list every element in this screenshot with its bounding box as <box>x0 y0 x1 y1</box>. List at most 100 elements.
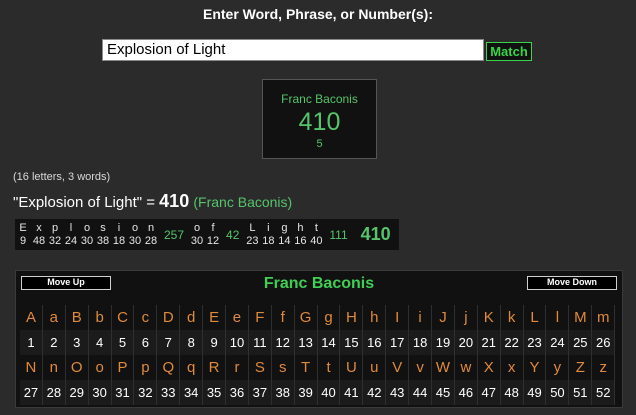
cipher-value-cell: 5 <box>111 330 135 355</box>
breakdown-letter: g 14 <box>276 219 292 250</box>
cipher-value-cell: 14 <box>317 330 341 355</box>
breakdown-letter-value: 16 <box>294 234 307 247</box>
breakdown-letter-value: 30 <box>190 234 204 247</box>
cipher-value-cell: 32 <box>134 380 158 405</box>
cipher-letter-cell: X <box>478 355 501 380</box>
cipher-value-cell: 42 <box>363 380 387 405</box>
breakdown-letter-value: 18 <box>262 234 275 247</box>
cipher-letter-cell: C <box>112 305 135 330</box>
cipher-value-cell: 4 <box>88 330 112 355</box>
cipher-letter-cell: r <box>226 355 249 380</box>
cipher-letter-cell: T <box>295 355 318 380</box>
breakdown-letter-value: 12 <box>206 234 220 247</box>
cipher-value-cell: 15 <box>340 330 364 355</box>
cipher-value-cell: 40 <box>317 380 341 405</box>
cipher-letter-cell: z <box>592 355 616 380</box>
phrase-text: "Explosion of Light" <box>13 194 143 211</box>
breakdown-letter-char: p <box>51 221 59 234</box>
cipher-value-cell: 45 <box>432 380 455 405</box>
breakdown-letter: o 30 <box>127 219 143 250</box>
phrase-input[interactable] <box>102 39 484 61</box>
phrase-result-line: "Explosion of Light" = 410 (Franc Baconi… <box>13 191 292 212</box>
breakdown-letter: i 18 <box>260 219 276 250</box>
cipher-letter-cell: N <box>20 355 43 380</box>
breakdown-letter: n 28 <box>143 219 159 250</box>
breakdown-letter: p 32 <box>47 219 63 250</box>
breakdown-letter-char: E <box>19 221 27 234</box>
cipher-value-cell: 35 <box>203 380 227 405</box>
breakdown-letter-value: 40 <box>310 234 323 247</box>
phrase-cipher-name[interactable]: (Franc Baconis) <box>193 194 292 210</box>
breakdown-letter-char: n <box>147 221 155 234</box>
cipher-value-cell: 23 <box>523 330 547 355</box>
cipher-letter-cell: R <box>203 355 227 380</box>
cipher-value-cell: 33 <box>157 380 181 405</box>
letter-breakdown: E 9 x 48 p 32 l 24 o 30 s 38 i 18 o 30 n 28 257 o 30 f 12 42 L 23… <box>15 219 399 250</box>
breakdown-letter-char: f <box>211 221 215 234</box>
cipher-value-cell: 9 <box>203 330 227 355</box>
cipher-letter-cell: K <box>478 305 501 330</box>
breakdown-letter: i 18 <box>111 219 127 250</box>
cipher-letter-cell: V <box>386 355 410 380</box>
result-cipher-name[interactable]: Franc Baconis <box>263 92 376 106</box>
cipher-value-cell: 16 <box>363 330 387 355</box>
cipher-letter-cell: G <box>295 305 318 330</box>
breakdown-letter: x 48 <box>31 219 47 250</box>
cipher-value-cell: 2 <box>42 330 66 355</box>
cipher-letter-cell: E <box>203 305 227 330</box>
cipher-letter-cell: U <box>340 355 364 380</box>
breakdown-letter: f 12 <box>205 219 221 250</box>
cipher-value-cell: 51 <box>569 380 593 405</box>
cipher-letter-cell: I <box>386 305 410 330</box>
cipher-letter-cell: p <box>134 355 158 380</box>
cipher-value-cell: 11 <box>248 330 272 355</box>
cipher-value-cell: 49 <box>523 380 547 405</box>
move-down-button[interactable]: Move Down <box>527 276 617 290</box>
match-button[interactable]: Match <box>486 42 532 61</box>
cipher-value-cell: 21 <box>477 330 501 355</box>
letter-word-count: (16 letters, 3 words) <box>13 171 111 183</box>
cipher-letter-cell: b <box>89 305 112 330</box>
cipher-value-cell: 13 <box>294 330 318 355</box>
cipher-letter-cell: u <box>363 355 387 380</box>
cipher-value-cell: 1 <box>20 330 43 355</box>
breakdown-letter-char: L <box>249 221 256 234</box>
cipher-value-cell: 22 <box>500 330 524 355</box>
cipher-letter-cell: e <box>226 305 249 330</box>
breakdown-letter: h 16 <box>292 219 308 250</box>
breakdown-letter-char: o <box>131 221 139 234</box>
cipher-value-cell: 3 <box>65 330 89 355</box>
cipher-letter-cell: i <box>409 305 433 330</box>
cipher-letter-cell: A <box>20 305 43 330</box>
breakdown-word-sum: 111 <box>329 227 348 242</box>
cipher-value-cell: 25 <box>569 330 593 355</box>
cipher-letter-cell: h <box>363 305 387 330</box>
cipher-letter-cell: g <box>318 305 341 330</box>
cipher-value-cell: 8 <box>180 330 204 355</box>
breakdown-letter: l 24 <box>63 219 79 250</box>
cipher-letter-cell: F <box>249 305 272 330</box>
breakdown-letter-value: 38 <box>96 234 110 247</box>
breakdown-total: 410 <box>360 224 391 244</box>
cipher-value-cell: 36 <box>226 380 249 405</box>
cipher-value-cell: 26 <box>592 330 616 355</box>
cipher-letter-cell: n <box>43 355 66 380</box>
cipher-letter-cell: d <box>180 305 204 330</box>
breakdown-letter-value: 48 <box>32 234 46 247</box>
breakdown-letter: o 30 <box>189 219 205 250</box>
cipher-grid: Aa Bb Cc Dd Ee Ff Gg Hh Ii Jj Kk Ll Mm 1 2 3 4 5 6 7 8 9 10 11 1… <box>20 305 616 405</box>
cipher-value-cell: 10 <box>226 330 249 355</box>
breakdown-letter-char: i <box>117 221 121 234</box>
cipher-letter-cell: q <box>180 355 204 380</box>
cipher-letter-cell: H <box>340 305 364 330</box>
breakdown-letter-value: 30 <box>80 234 94 247</box>
cipher-value-cell: 41 <box>340 380 364 405</box>
cipher-letter-cell: Z <box>569 355 593 380</box>
cipher-value-cell: 12 <box>271 330 295 355</box>
cipher-value-cell: 46 <box>454 380 478 405</box>
breakdown-letter-char: g <box>281 221 288 234</box>
breakdown-letter-value: 18 <box>112 234 126 247</box>
cipher-letter-cell: Q <box>157 355 181 380</box>
cipher-letter-cell: f <box>272 305 295 330</box>
breakdown-letter-char: i <box>267 221 270 234</box>
